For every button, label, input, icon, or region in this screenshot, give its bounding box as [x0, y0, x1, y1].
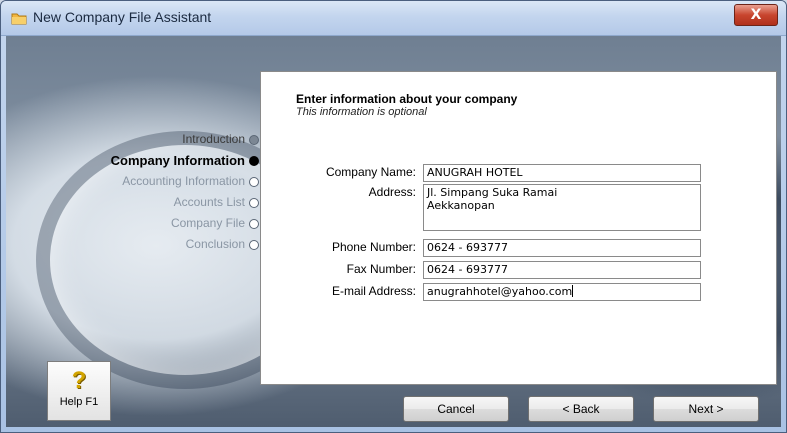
back-button[interactable]: < Back: [528, 396, 634, 422]
wizard-window: New Company File Assistant X Introductio…: [0, 0, 787, 433]
email-address-label: E-mail Address:: [331, 284, 416, 298]
phone-number-label: Phone Number:: [331, 240, 416, 254]
email-address-field[interactable]: anugrahhotel@yahoo.com: [423, 283, 701, 301]
address-label: Address:: [368, 185, 416, 199]
step-introduction: Introduction: [111, 129, 259, 150]
step-dot-icon: [249, 134, 259, 145]
wizard-steps: Introduction Company Information Account…: [111, 129, 259, 255]
fax-number-field[interactable]: 0624 - 693777: [423, 261, 701, 279]
title-bar[interactable]: New Company File Assistant X: [1, 1, 786, 36]
form-heading: Enter information about your company: [296, 92, 518, 106]
address-field[interactable]: Jl. Simpang Suka Ramai Aekkanopan: [423, 184, 701, 231]
help-button[interactable]: ? Help F1: [47, 361, 111, 421]
step-company-file: Company File: [111, 213, 259, 234]
company-name-label: Company Name:: [325, 165, 416, 179]
step-dot-icon: [249, 176, 259, 187]
step-dot-icon: [249, 239, 259, 250]
cancel-button[interactable]: Cancel: [403, 396, 509, 422]
close-button[interactable]: X: [734, 4, 778, 26]
step-dot-icon: [249, 218, 259, 229]
step-accounting-information: Accounting Information: [111, 171, 259, 192]
next-button[interactable]: Next >: [653, 396, 759, 422]
company-name-field[interactable]: ANUGRAH HOTEL: [423, 164, 701, 182]
step-accounts-list: Accounts List: [111, 192, 259, 213]
step-company-information: Company Information: [111, 150, 259, 171]
window-title: New Company File Assistant: [33, 9, 212, 25]
question-mark-icon: ?: [71, 367, 87, 394]
fax-number-label: Fax Number:: [346, 262, 416, 276]
form-subheading: This information is optional: [296, 106, 427, 118]
step-dot-icon: [249, 155, 259, 166]
company-info-panel: Enter information about your company Thi…: [260, 71, 777, 385]
step-conclusion: Conclusion: [111, 234, 259, 255]
step-dot-icon: [249, 197, 259, 208]
phone-number-field[interactable]: 0624 - 693777: [423, 239, 701, 257]
folder-icon: [11, 13, 27, 25]
text-caret: [572, 285, 574, 297]
